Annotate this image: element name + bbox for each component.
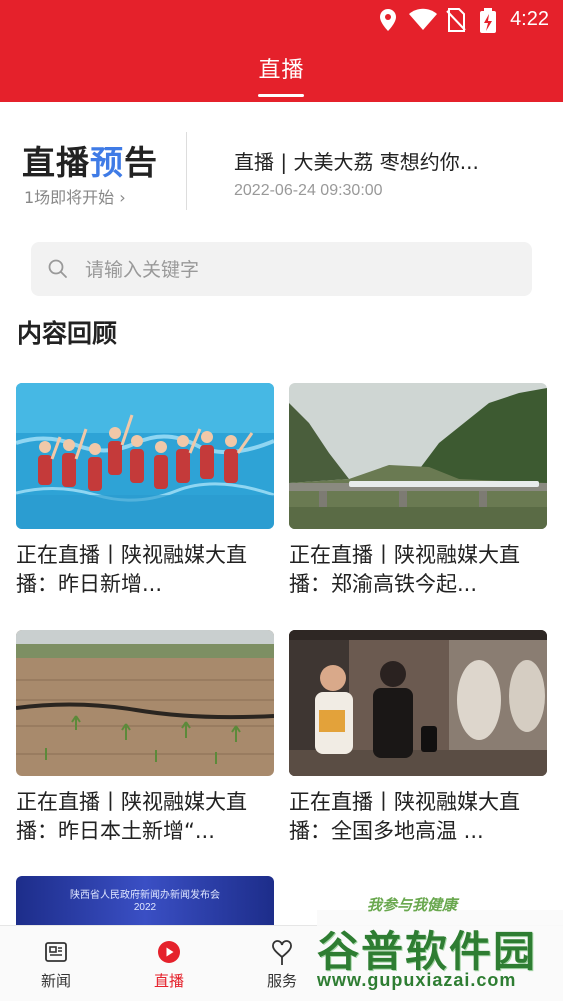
divider [186, 132, 187, 210]
partial-card-org: 陕西省人民政府新闻办新闻发布会 [70, 890, 220, 901]
watermark-overlay: 我参与我健康 谷普软件园 www.gupuxiazai.com [307, 896, 563, 1000]
card-thumbnail [16, 630, 274, 776]
video-card[interactable]: 正在直播丨陕视融媒大直播：郑渝高铁今起... [289, 383, 547, 599]
active-tab-indicator [258, 94, 304, 97]
tab-label: 新闻 [40, 972, 71, 990]
preview-item-title[interactable]: 直播 | 大美大荔 枣想约你... [234, 146, 479, 175]
search-icon [47, 258, 69, 284]
video-card-partial[interactable]: 陕西省人民政府新闻办新闻发布会 2022 [16, 876, 274, 926]
watermark-slogan: 我参与我健康 [367, 896, 458, 914]
card-thumbnail [289, 630, 547, 776]
battery-charging-icon [478, 8, 498, 38]
video-card[interactable]: 正在直播丨陕视融媒大直播：昨日本土新增“... [16, 630, 274, 846]
tab-live-header[interactable]: 直播 [0, 52, 563, 84]
tab-live[interactable]: 直播 [119, 926, 219, 1001]
card-thumbnail [289, 383, 547, 529]
search-bar[interactable] [31, 242, 532, 296]
card-title[interactable]: 正在直播丨陕视融媒大直播：全国多地高温 ... [289, 788, 547, 846]
card-thumbnail [16, 383, 274, 529]
heart-service-icon [272, 940, 292, 965]
preview-count[interactable]: 1场即将开始 › [24, 184, 126, 208]
no-sim-icon [446, 8, 466, 36]
location-icon [378, 8, 398, 36]
tab-label: 直播 [153, 972, 184, 990]
video-card[interactable]: 正在直播丨陕视融媒大直播：昨日新增... [16, 383, 274, 599]
partial-card-year: 2022 [133, 902, 157, 913]
news-icon [45, 942, 67, 962]
card-title[interactable]: 正在直播丨陕视融媒大直播：昨日新增... [16, 541, 274, 599]
preview-heading: 直播预告 [22, 143, 158, 182]
play-icon [158, 941, 180, 963]
live-preview-section[interactable]: 直播预告 1场即将开始 › 直播 | 大美大荔 枣想约你... 2022-06-… [0, 102, 563, 222]
wifi-icon [408, 8, 438, 36]
app-header: 4:22 直播 [0, 0, 563, 102]
search-input[interactable] [83, 253, 507, 287]
status-time: 4:22 [510, 8, 549, 30]
section-title: 内容回顾 [17, 319, 118, 348]
card-title[interactable]: 正在直播丨陕视融媒大直播：昨日本土新增“... [16, 788, 274, 846]
video-card[interactable]: 正在直播丨陕视融媒大直播：全国多地高温 ... [289, 630, 547, 846]
watermark-url: www.gupuxiazai.com [317, 970, 517, 990]
status-bar: 4:22 [0, 0, 563, 40]
tab-news[interactable]: 新闻 [6, 926, 106, 1001]
card-title[interactable]: 正在直播丨陕视融媒大直播：郑渝高铁今起... [289, 541, 547, 599]
preview-item-time: 2022-06-24 09:30:00 [234, 182, 383, 199]
